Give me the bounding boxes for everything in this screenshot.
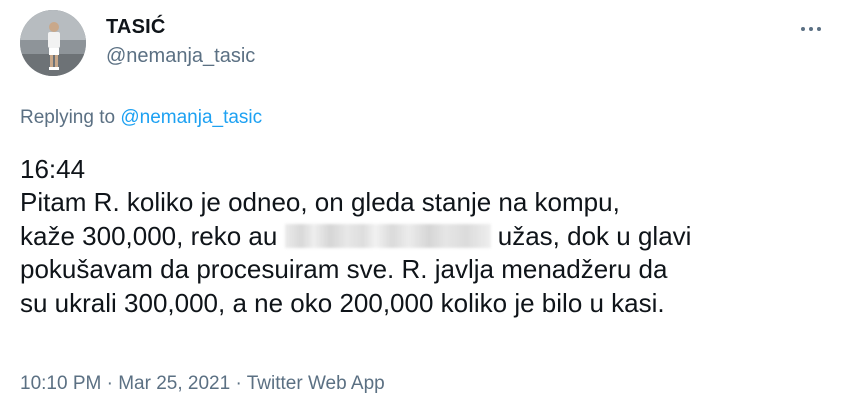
blurred-text	[284, 223, 491, 248]
tweet-source-app[interactable]: Twitter Web App	[247, 373, 385, 394]
more-dot	[817, 27, 821, 31]
tweet-line: 16:44	[20, 154, 86, 184]
tweet-line: su ukrali 300,000, a ne oko 200,000 koli…	[20, 287, 665, 318]
tweet-text-segment: kaže 300,000, reko au	[20, 220, 278, 251]
replying-to-label: Replying to	[20, 107, 116, 128]
tweet-date[interactable]: Mar 25, 2021	[118, 373, 230, 394]
tweet-line: Pitam R. koliko je odneo, on gleda stanj…	[20, 187, 620, 218]
tweet-card: TASIĆ @nemanja_tasic Replying to @nemanj…	[0, 0, 850, 418]
tweet-time[interactable]: 10:10 PM	[20, 373, 101, 394]
avatar[interactable]	[20, 10, 86, 76]
user-handle[interactable]: @nemanja_tasic	[106, 45, 255, 68]
meta-separator: ·	[235, 373, 242, 394]
more-dot	[809, 27, 813, 31]
tweet-metadata: 10:10 PM · Mar 25, 2021 · Twitter Web Ap…	[20, 373, 385, 395]
tweet-line: kaže 300,000, reko au užas, dok u glavi	[20, 220, 835, 253]
replying-to: Replying to @nemanja_tasic	[20, 107, 262, 129]
tweet-text-segment: užas, dok u glavi	[497, 220, 692, 251]
tweet-text: 16:44 Pitam R. koliko je odneo, on gleda…	[20, 153, 835, 320]
tweet-line: pokušavam da procesuiram sve. R. javlja …	[20, 254, 668, 285]
meta-separator: ·	[106, 373, 113, 394]
more-options-icon[interactable]	[794, 18, 828, 40]
display-name[interactable]: TASIĆ	[106, 16, 166, 39]
more-dot	[801, 27, 805, 31]
replying-to-mention[interactable]: @nemanja_tasic	[120, 107, 262, 128]
